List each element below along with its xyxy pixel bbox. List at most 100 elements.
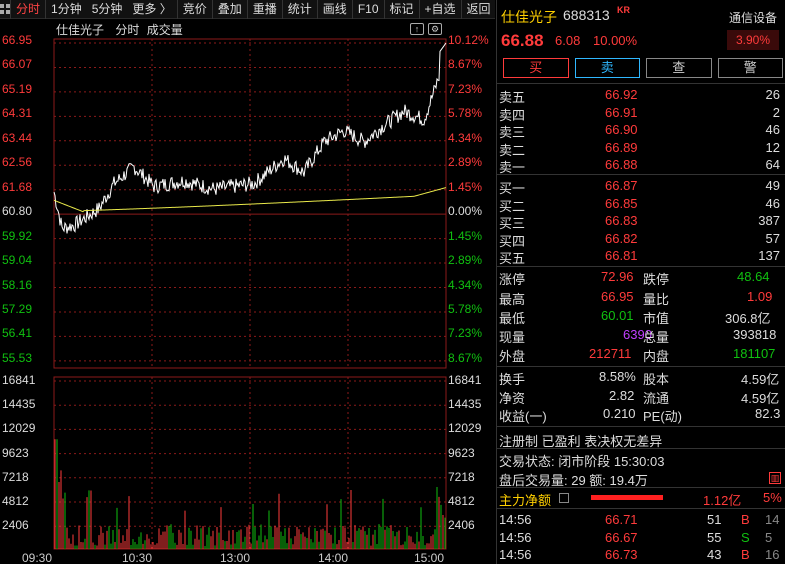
level-volume: 46: [765, 122, 780, 138]
pct-tick-label: 5.78%: [448, 106, 483, 121]
stat-limit-up-label: 涨停: [499, 272, 526, 287]
level-price: 66.91: [605, 104, 638, 120]
tick-side: B: [741, 512, 750, 527]
tab-mark[interactable]: 标记: [385, 0, 420, 19]
stat-low: 60.01: [601, 308, 634, 323]
tab-auction[interactable]: 竞价: [178, 0, 213, 19]
sector-name[interactable]: 通信设备: [729, 9, 777, 26]
tab-intraday[interactable]: 分时: [11, 0, 47, 19]
level-price: 66.87: [605, 178, 638, 193]
stat-outer: 212711: [589, 346, 632, 361]
price-tick-label: 55.53: [2, 350, 33, 365]
level-volume: 26: [765, 87, 780, 102]
buy-button[interactable]: 买: [503, 58, 569, 78]
tab-replay[interactable]: 重播: [248, 0, 283, 19]
tick-time: 14:56: [499, 529, 532, 545]
stat-eps: 0.210: [603, 406, 636, 421]
ask-row[interactable]: 卖四 66.91 2: [497, 104, 785, 123]
quote-stock-code: 688313: [563, 7, 610, 23]
ask-row[interactable]: 卖五 66.92 26: [497, 86, 785, 105]
stat-high-label: 最高: [499, 292, 526, 307]
bid-row[interactable]: 买一 66.87 49: [497, 177, 785, 196]
volume-tick-label-right: 14435: [448, 397, 482, 412]
price-tick-label: 59.04: [2, 253, 33, 268]
price-tick-label: 61.68: [2, 179, 33, 194]
volume-tick-label: 2406: [2, 518, 29, 533]
net-inflow-label: 主力净额: [499, 493, 552, 508]
stats-row: 最高 66.95 量比 1.09: [497, 288, 785, 307]
tick-count: 5: [765, 529, 773, 545]
tick-side: S: [741, 529, 750, 545]
bid-row[interactable]: 买二 66.85 46: [497, 195, 785, 214]
trade-status: 交易状态: 闭市阶段 15:30:03: [499, 454, 665, 469]
pct-tick-label: 2.89%: [448, 253, 483, 268]
tick-time: 14:56: [499, 512, 532, 527]
price-tick-label: 65.19: [2, 81, 33, 96]
bid-row[interactable]: 买三 66.83 387: [497, 212, 785, 231]
chart-icon[interactable]: ▥: [769, 472, 781, 484]
stats-row: 换手 8.58% 股本 4.59亿: [497, 368, 785, 387]
stat-turnover-label: 换手: [499, 372, 526, 387]
pct-tick-label: 8.67%: [448, 57, 483, 72]
intraday-chart-svg: [53, 38, 447, 550]
level-price: 66.81: [605, 248, 638, 264]
level-price: 66.90: [605, 122, 638, 138]
tab-f10[interactable]: F10: [353, 0, 385, 19]
level-volume: 12: [765, 139, 780, 155]
tick-row: 14:56 66.73 43 B 16: [497, 546, 785, 564]
query-button[interactable]: 查: [646, 58, 712, 78]
price-tick-label: 57.29: [2, 301, 33, 316]
sell-button[interactable]: 卖: [574, 58, 640, 78]
bid-row[interactable]: 买四 66.82 57: [497, 230, 785, 249]
current-price: 66.88: [501, 31, 544, 50]
tab-back[interactable]: 返回: [462, 0, 496, 19]
price-tick-label: 63.44: [2, 130, 33, 145]
price-tick-label: 56.41: [2, 326, 33, 341]
stat-pe-label: PE(动): [643, 409, 683, 424]
time-tick-label: 14:00: [318, 551, 349, 564]
ask-row[interactable]: 卖一 66.88 64: [497, 156, 785, 175]
pct-tick-label: 0.00%: [448, 204, 483, 219]
price-change: 6.08: [555, 33, 581, 48]
tab-overlay[interactable]: 叠加: [213, 0, 248, 19]
grid-icon[interactable]: [0, 0, 11, 19]
volume-tick-label-right: 4812: [448, 494, 475, 508]
tab-1min[interactable]: 1分钟: [46, 0, 87, 19]
price-change-pct: 10.00%: [593, 33, 638, 48]
level-volume: 57: [765, 230, 780, 246]
tab-5min[interactable]: 5分钟: [87, 0, 128, 19]
price-panel-frame: [53, 38, 447, 369]
volume-tick-label-right: 12029: [448, 421, 482, 436]
stat-inner-label: 内盘: [643, 349, 670, 364]
tick-price: 66.67: [605, 529, 638, 545]
ask-row[interactable]: 卖二 66.89 12: [497, 139, 785, 158]
stats-row: 外盘 212711 内盘 181107: [497, 345, 785, 364]
tab-stats[interactable]: 统计: [283, 0, 318, 19]
time-tick-label: 10:30: [122, 551, 153, 564]
stat-nav: 2.82: [609, 388, 635, 403]
stat-share-cap-label: 股本: [643, 372, 670, 387]
tab-more[interactable]: 更多 〉: [127, 0, 178, 19]
stat-outer-label: 外盘: [499, 349, 526, 364]
price-tick-label: 62.56: [2, 155, 33, 170]
volume-tick-label-right: 16841: [448, 373, 482, 387]
stat-total-vol: 393818: [733, 327, 777, 342]
quote-panel: 仕佳光子 688313 KR 通信设备 66.88 6.08 10.00% 3.…: [496, 0, 785, 564]
alert-button[interactable]: 警: [717, 58, 783, 78]
quote-badge: KR: [617, 5, 630, 15]
ask-row[interactable]: 卖三 66.90 46: [497, 121, 785, 140]
action-buttons: 买 卖 查 警: [503, 58, 783, 78]
stat-vol-ratio: 1.09: [747, 289, 773, 304]
level-volume: 2: [772, 104, 780, 120]
net-inflow-value: 1.12亿: [703, 493, 742, 508]
tab-draw[interactable]: 画线: [318, 0, 353, 19]
stat-last-vol-label: 现量: [499, 330, 526, 345]
pct-tick-label: 1.45%: [448, 228, 483, 243]
level-volume: 64: [765, 157, 780, 173]
list-icon[interactable]: [559, 493, 569, 503]
stats-row: 最低 60.01 市值 306.8亿: [497, 307, 785, 326]
tab-add-watchlist[interactable]: +自选: [420, 0, 462, 19]
price-tick-label: 58.16: [2, 277, 33, 292]
bid-row[interactable]: 买五 66.81 137: [497, 247, 785, 266]
stat-vol-ratio-label: 量比: [643, 292, 670, 307]
